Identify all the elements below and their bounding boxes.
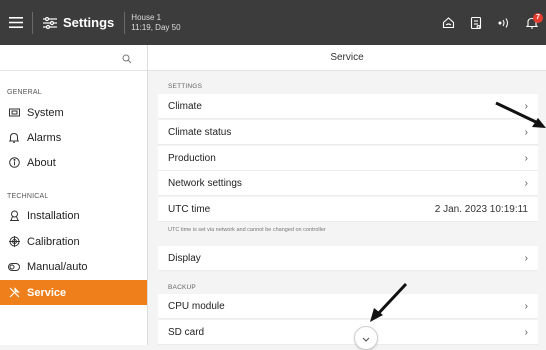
report-icon[interactable] bbox=[462, 0, 490, 45]
chevron-right-icon: › bbox=[524, 177, 528, 189]
main-header: Service bbox=[148, 45, 546, 71]
house-info[interactable]: House 1 11:19, Day 50 bbox=[131, 13, 180, 33]
sidebar-item-label: Service bbox=[27, 286, 67, 299]
monitor-icon bbox=[7, 106, 21, 120]
utc-time-value: 2 Jan. 2023 10:19:11 bbox=[434, 203, 528, 215]
bell-icon bbox=[7, 131, 21, 145]
house-time: 11:19, Day 50 bbox=[131, 22, 181, 32]
top-icons: 7 bbox=[434, 0, 546, 45]
sidebar-item-service[interactable]: Service bbox=[0, 280, 147, 305]
main-panel: Service SETTINGS Climate › Climate statu… bbox=[148, 45, 546, 345]
row-label: SD card bbox=[168, 326, 205, 338]
chevron-right-icon: › bbox=[524, 300, 528, 312]
row-label: Network settings bbox=[168, 177, 242, 189]
row-network-settings[interactable]: Network settings › bbox=[158, 171, 538, 196]
row-climate-status[interactable]: Climate status › bbox=[158, 120, 538, 145]
row-label: Production bbox=[168, 152, 216, 164]
app-title-group: Settings House 1 11:19, Day 50 bbox=[33, 11, 181, 34]
info-icon bbox=[7, 156, 21, 170]
group-label-technical: TECHNICAL bbox=[7, 193, 49, 200]
signal-icon[interactable] bbox=[490, 0, 518, 45]
scroll-down-button[interactable] bbox=[354, 326, 378, 350]
calibration-icon bbox=[7, 235, 21, 249]
sidebar-item-label: Installation bbox=[27, 209, 80, 222]
chevron-down-icon bbox=[362, 329, 370, 347]
group-label-general: GENERAL bbox=[7, 89, 42, 96]
sidebar-item-about[interactable]: About bbox=[0, 150, 147, 175]
search-icon[interactable] bbox=[122, 51, 132, 69]
top-bar: Settings House 1 11:19, Day 50 7 bbox=[0, 0, 546, 45]
chevron-right-icon: › bbox=[524, 152, 528, 164]
row-climate[interactable]: Climate › bbox=[158, 94, 538, 119]
menu-icon[interactable] bbox=[0, 0, 32, 45]
sidebar-search[interactable] bbox=[0, 45, 147, 71]
row-sd-card[interactable]: SD card › bbox=[158, 320, 538, 345]
sidebar-item-calibration[interactable]: Calibration bbox=[0, 229, 147, 254]
sidebar-item-label: Alarms bbox=[27, 131, 62, 144]
alarm-badge: 7 bbox=[533, 13, 543, 23]
row-label: CPU module bbox=[168, 300, 225, 312]
row-label: Display bbox=[168, 252, 201, 264]
sidebar-item-label: Manual/auto bbox=[27, 260, 88, 273]
row-production[interactable]: Production › bbox=[158, 146, 538, 171]
sidebar-item-label: About bbox=[27, 156, 56, 169]
house-icon[interactable] bbox=[434, 0, 462, 45]
page-title: Settings bbox=[63, 15, 115, 30]
section-label-backup: BACKUP bbox=[168, 284, 196, 291]
bell-icon[interactable]: 7 bbox=[518, 0, 546, 45]
sidebar: GENERAL System Alarms About TECHNICAL In… bbox=[0, 45, 148, 345]
row-label: Climate status bbox=[168, 126, 232, 138]
sidebar-item-alarms[interactable]: Alarms bbox=[0, 125, 147, 150]
toggle-icon bbox=[7, 260, 21, 274]
sidebar-item-label: Calibration bbox=[27, 235, 80, 248]
chevron-right-icon: › bbox=[524, 326, 528, 338]
installation-icon bbox=[7, 209, 21, 223]
sliders-icon bbox=[43, 16, 57, 29]
annotation-arrow-right bbox=[495, 101, 546, 128]
sidebar-item-label: System bbox=[27, 106, 64, 119]
chevron-right-icon: › bbox=[524, 252, 528, 264]
wrench-icon bbox=[7, 286, 21, 300]
row-label: UTC time bbox=[168, 203, 211, 215]
row-label: Climate bbox=[168, 100, 202, 112]
annotation-arrow-down bbox=[370, 282, 408, 322]
sidebar-item-installation[interactable]: Installation bbox=[0, 203, 147, 228]
row-cpu-module[interactable]: CPU module › bbox=[158, 294, 538, 319]
row-utc-time: UTC time 2 Jan. 2023 10:19:11 bbox=[158, 197, 538, 222]
utc-hint: UTC time is set via network and cannot b… bbox=[168, 227, 326, 233]
row-display[interactable]: Display › bbox=[158, 246, 538, 271]
section-label-settings: SETTINGS bbox=[168, 83, 203, 90]
sidebar-item-system[interactable]: System bbox=[0, 100, 147, 125]
divider bbox=[124, 11, 126, 34]
sidebar-item-manual-auto[interactable]: Manual/auto bbox=[0, 254, 147, 279]
house-name: House 1 bbox=[131, 12, 162, 22]
